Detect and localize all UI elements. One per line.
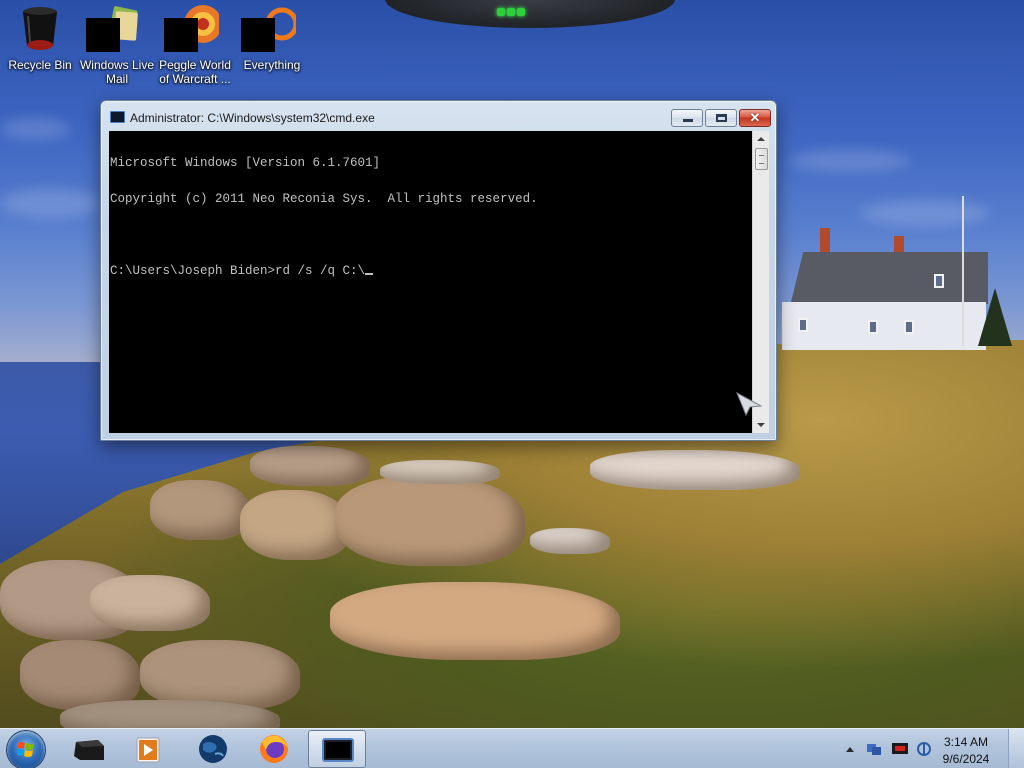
action-center-icon[interactable] xyxy=(892,742,908,756)
text-cursor xyxy=(365,273,374,275)
start-button[interactable] xyxy=(7,731,45,768)
close-button[interactable]: ✕ xyxy=(739,109,771,127)
minimize-icon xyxy=(683,119,693,122)
recycle-bin-icon xyxy=(16,4,64,52)
cmd-titlebar[interactable]: Administrator: C:\Windows\system32\cmd.e… xyxy=(101,101,776,131)
vertical-scrollbar[interactable] xyxy=(752,131,769,433)
cmd-window[interactable]: Administrator: C:\Windows\system32\cmd.e… xyxy=(100,100,777,441)
media-player-icon xyxy=(136,737,160,763)
peggle-icon xyxy=(164,4,219,52)
taskbar-clock[interactable]: 3:14 AM 9/6/2024 xyxy=(938,734,994,768)
minimize-button[interactable] xyxy=(671,109,703,127)
taskbar-app-cmd[interactable] xyxy=(308,730,366,768)
show-desktop-button[interactable] xyxy=(1008,729,1024,768)
cmd-icon xyxy=(110,111,125,123)
desktop-icon-windows-live-mail[interactable]: Windows Live Mail xyxy=(77,4,157,86)
desktop-icon-label: Everything xyxy=(243,58,301,72)
mouse-pointer-icon xyxy=(736,392,762,416)
firefox-icon xyxy=(260,735,288,763)
taskbar-app-globe[interactable] xyxy=(185,730,241,768)
console-prompt-line[interactable]: C:\Users\Joseph Biden>rd /s /q C:\ xyxy=(110,265,751,277)
taskbar-app-firefox[interactable] xyxy=(246,730,302,768)
volume-icon[interactable] xyxy=(916,742,932,756)
black-device-icon xyxy=(74,740,104,760)
everything-search-icon xyxy=(241,4,296,52)
desktop-icon-peggle[interactable]: Peggle World of Warcraft ... xyxy=(155,4,235,86)
maximize-icon xyxy=(716,114,727,122)
taskbar: 3:14 AM 9/6/2024 xyxy=(0,728,1024,768)
window-title: Administrator: C:\Windows\system32\cmd.e… xyxy=(130,111,375,125)
console-command: C:\Users\Joseph Biden>rd /s /q C:\ xyxy=(110,264,366,278)
windows-flag-icon xyxy=(17,742,34,757)
globe-icon xyxy=(199,735,227,763)
desktop-icon-label: Windows Live Mail xyxy=(79,58,155,86)
gadget-led-icon xyxy=(497,8,525,16)
close-icon: ✕ xyxy=(749,110,761,125)
scrollbar-thumb[interactable] xyxy=(755,148,768,170)
lighthouse-keeper-house xyxy=(778,228,988,350)
clock-time: 3:14 AM xyxy=(943,735,989,749)
console-line: Microsoft Windows [Version 6.1.7601] xyxy=(110,156,381,170)
desktop-icon-recycle-bin[interactable]: Recycle Bin xyxy=(0,4,80,72)
desktop-icon-everything[interactable]: Everything xyxy=(232,4,312,72)
network-icon[interactable] xyxy=(866,742,882,756)
taskbar-app-device[interactable] xyxy=(62,730,118,768)
desktop-icon-label: Peggle World of Warcraft ... xyxy=(159,58,231,86)
cmd-icon xyxy=(322,738,354,762)
console-line: Copyright (c) 2011 Neo Reconia Sys. All … xyxy=(110,192,538,206)
maximize-button[interactable] xyxy=(705,109,737,127)
clock-date: 9/6/2024 xyxy=(942,752,990,766)
show-hidden-icons-icon[interactable] xyxy=(846,747,854,752)
console-output[interactable]: Microsoft Windows [Version 6.1.7601] Cop… xyxy=(109,131,752,433)
desktop-icon-label: Recycle Bin xyxy=(8,58,72,72)
flagpole xyxy=(962,196,964,346)
windows-live-mail-icon xyxy=(86,4,141,52)
scroll-up-arrow-icon[interactable] xyxy=(757,137,765,141)
scroll-down-arrow-icon[interactable] xyxy=(757,423,765,427)
taskbar-app-media[interactable] xyxy=(121,730,177,768)
